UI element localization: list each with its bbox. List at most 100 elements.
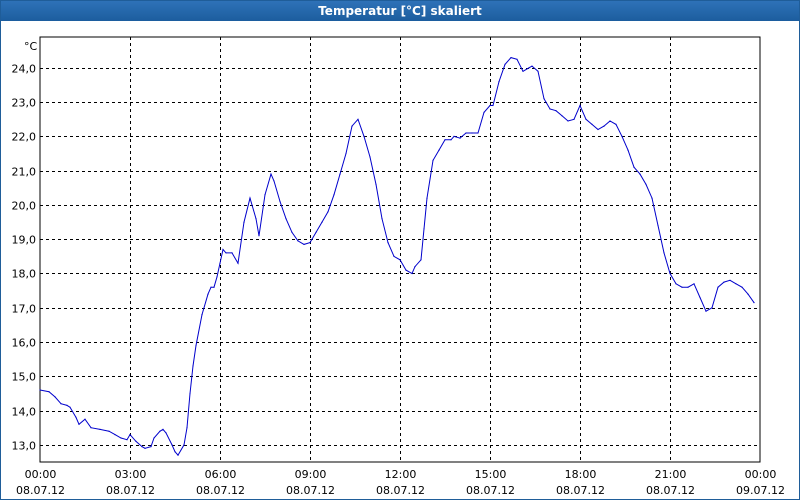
- y-axis-unit: °C: [24, 40, 38, 53]
- data-point: [237, 262, 239, 264]
- data-point: [621, 135, 623, 137]
- data-point: [177, 454, 179, 456]
- data-point: [144, 447, 146, 449]
- data-point: [189, 392, 191, 395]
- data-point: [414, 266, 416, 268]
- data-point: [432, 159, 434, 161]
- data-point: [561, 115, 563, 117]
- data-point: [120, 437, 122, 439]
- data-point: [717, 286, 719, 288]
- data-point: [174, 451, 176, 453]
- series-line-temperature: [39, 57, 755, 456]
- data-point: [303, 243, 305, 245]
- data-point: [351, 125, 353, 127]
- data-point: [450, 139, 452, 141]
- data-point: [531, 65, 533, 67]
- data-point: [645, 183, 647, 185]
- data-point: [327, 211, 329, 213]
- data-point: [231, 252, 233, 254]
- data-point: [201, 314, 203, 316]
- data-point: [669, 272, 671, 275]
- x-tick-date: 08.07.12: [646, 484, 695, 497]
- x-tick-date: 08.07.12: [376, 484, 425, 497]
- data-point: [423, 228, 425, 230]
- y-axis-ticks: 24,0 23,0 22,0 21,0 20,0 19,0 18,0 17,0 16,0 15,0…: [12, 63, 37, 453]
- x-tick-time: 21:00: [655, 468, 687, 481]
- data-point: [159, 430, 161, 432]
- data-point: [135, 440, 137, 442]
- data-point: [171, 444, 173, 446]
- data-point: [264, 194, 266, 196]
- x-tick-date: 08.07.12: [556, 484, 605, 497]
- data-point: [651, 197, 653, 199]
- data-point: [693, 283, 695, 285]
- data-point: [285, 218, 287, 220]
- data-point: [90, 427, 92, 429]
- data-point: [444, 139, 446, 141]
- y-tick-label: 15,0: [12, 371, 37, 384]
- data-point: [471, 132, 473, 134]
- data-point: [315, 231, 317, 233]
- data-point: [747, 293, 749, 295]
- y-tick-label: 13,0: [12, 440, 37, 453]
- data-point: [54, 396, 56, 398]
- data-point: [255, 218, 257, 220]
- y-tick-label: 23,0: [12, 97, 37, 110]
- data-point: [627, 149, 629, 151]
- data-point: [528, 67, 530, 69]
- data-point: [291, 231, 293, 233]
- x-tick-date: 08.07.12: [466, 484, 515, 497]
- data-point: [459, 137, 461, 139]
- data-point: [591, 123, 593, 125]
- data-point: [339, 173, 341, 175]
- data-point: [555, 110, 557, 112]
- data-point: [258, 235, 260, 237]
- x-tick-time: 18:00: [565, 468, 597, 481]
- data-point: [48, 391, 50, 393]
- data-point: [687, 286, 689, 288]
- data-point: [723, 281, 725, 283]
- data-point: [705, 310, 707, 312]
- x-tick-date: 08.07.12: [106, 484, 155, 497]
- data-point: [243, 221, 245, 223]
- data-point: [510, 57, 512, 59]
- data-point: [399, 259, 401, 261]
- data-point: [537, 70, 539, 72]
- data-point: [438, 149, 440, 151]
- y-tick-label: 24,0: [12, 63, 37, 76]
- data-point: [186, 427, 188, 429]
- data-point: [219, 262, 221, 264]
- data-point: [573, 118, 575, 120]
- data-point: [579, 104, 581, 107]
- data-point: [489, 104, 491, 107]
- y-tick-label: 22,0: [12, 131, 37, 144]
- data-point: [225, 252, 227, 254]
- y-tick-label: 14,0: [12, 406, 37, 419]
- data-point: [426, 197, 428, 199]
- data-point: [609, 120, 611, 122]
- x-tick-date: 08.07.12: [16, 484, 65, 497]
- data-point: [363, 135, 365, 137]
- data-point: [681, 286, 683, 288]
- data-point: [84, 418, 86, 420]
- data-point: [633, 166, 635, 168]
- data-point: [69, 406, 71, 408]
- data-point: [675, 283, 677, 285]
- data-point: [585, 118, 587, 120]
- data-point: [753, 302, 755, 304]
- data-point: [522, 70, 524, 72]
- data-point: [729, 279, 731, 281]
- x-axis-ticks: 00:00 08.07.12 03:00 08.07.12 06:00 08.07.12 0…: [16, 468, 785, 497]
- data-point: [309, 242, 311, 244]
- data-point: [453, 135, 455, 137]
- data-point: [273, 180, 275, 182]
- data-point: [141, 446, 143, 448]
- data-point: [60, 403, 62, 405]
- data-point: [657, 224, 659, 227]
- data-point: [129, 434, 131, 436]
- data-point: [699, 296, 701, 299]
- x-tick-time: 00:00: [25, 468, 57, 481]
- data-point: [405, 269, 407, 271]
- data-point: [99, 428, 101, 430]
- data-point: [483, 111, 485, 113]
